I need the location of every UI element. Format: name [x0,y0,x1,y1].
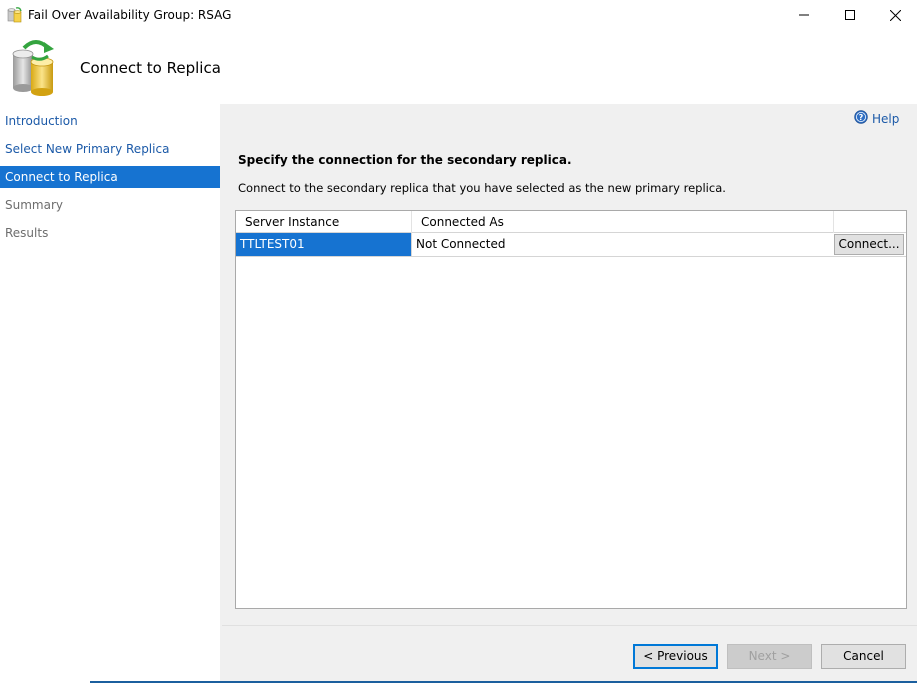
section-description: Connect to the secondary replica that yo… [238,181,726,195]
cancel-button[interactable]: Cancel [821,644,906,669]
nav-item-introduction[interactable]: Introduction [0,110,220,132]
database-cylinder-icon [7,7,23,23]
help-icon: ? [854,110,868,127]
cell-connected-as[interactable]: Not Connected [411,233,833,256]
table-row[interactable]: TTLTEST01 Not Connected Connect... [236,233,906,257]
page-title: Connect to Replica [80,59,221,77]
column-header-server-instance[interactable]: Server Instance [236,211,412,233]
previous-button[interactable]: < Previous [633,644,718,669]
column-header-action [834,211,906,233]
maximize-icon [845,10,855,20]
nav-item-select-new-primary-replica[interactable]: Select New Primary Replica [0,138,220,160]
help-label: Help [872,111,900,126]
nav-item-results: Results [5,226,49,240]
title-bar: Fail Over Availability Group: RSAG [0,0,917,30]
next-button: Next > [727,644,812,669]
section-heading: Specify the connection for the secondary… [238,153,572,167]
database-failover-icon [10,38,60,96]
help-link[interactable]: ? Help [854,110,899,127]
maximize-button[interactable] [827,0,873,30]
close-button[interactable] [872,0,917,30]
svg-text:?: ? [859,113,864,122]
window-title: Fail Over Availability Group: RSAG [28,8,232,22]
grid-header: Server Instance Connected As [236,211,906,233]
replica-grid: Server Instance Connected As TTLTEST01 N… [235,210,907,609]
content-panel: ? Help Specify the connection for the se… [222,104,917,625]
minimize-icon [799,10,809,20]
connect-button[interactable]: Connect... [834,234,904,255]
nav-item-connect-to-replica[interactable]: Connect to Replica [0,166,220,188]
close-icon [889,9,901,21]
wizard-footer: < Previous Next > Cancel [222,625,917,683]
cell-server-instance[interactable]: TTLTEST01 [236,233,411,256]
column-header-connected-as[interactable]: Connected As [412,211,834,233]
wizard-nav: Introduction Select New Primary Replica … [0,104,220,683]
wizard-header: Connect to Replica [0,30,917,104]
nav-item-summary: Summary [5,198,63,212]
minimize-button[interactable] [781,0,827,30]
